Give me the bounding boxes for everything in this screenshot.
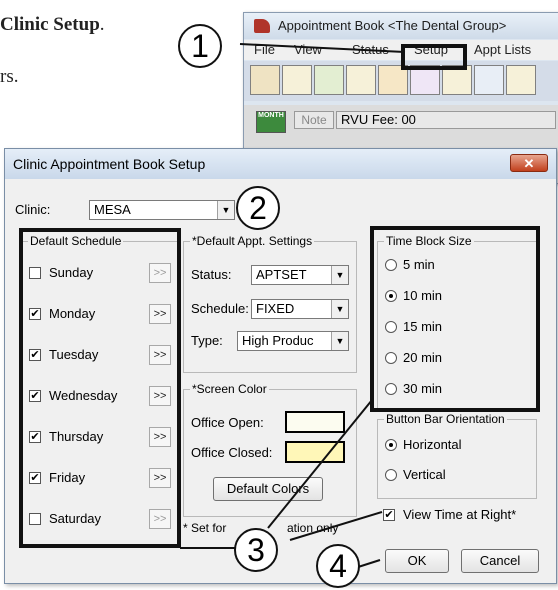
- rvu-fee-field: RVU Fee: 00: [336, 111, 556, 129]
- tooth-icon[interactable]: [250, 65, 280, 95]
- clinic-select[interactable]: MESA ▼: [89, 200, 235, 220]
- chevron-down-icon[interactable]: ▼: [217, 201, 234, 219]
- orientation-vertical-radio[interactable]: [385, 469, 397, 481]
- menu-status[interactable]: Status: [352, 42, 389, 57]
- doc-heading-period: .: [99, 14, 105, 35]
- view-time-right-checkbox[interactable]: ✔: [383, 509, 395, 521]
- footnote-end: ation only: [287, 521, 339, 535]
- ok-button[interactable]: OK: [385, 549, 449, 573]
- schedule-select-value: FIXED: [256, 301, 295, 316]
- menu-appt-lists[interactable]: Appt Lists: [474, 42, 531, 57]
- dialog-title-bar: Clinic Appointment Book Setup ✕: [5, 149, 556, 179]
- status-select-value: APTSET: [256, 267, 307, 282]
- setup-menu-highlight: [401, 44, 467, 70]
- schedule-label: Schedule:: [191, 301, 249, 316]
- menu-view[interactable]: View: [294, 42, 322, 57]
- schedule-highlight: [19, 228, 181, 548]
- app-title-bar: Appointment Book <The Dental Group>: [244, 13, 558, 39]
- type-select-value: High Produc: [242, 333, 314, 348]
- doc-text-fragment: rs.: [0, 66, 19, 87]
- chevron-down-icon[interactable]: ▼: [331, 332, 348, 350]
- office-closed-label: Office Closed:: [191, 445, 273, 460]
- chevron-down-icon[interactable]: ▼: [331, 300, 348, 318]
- screen-color-legend: *Screen Color: [190, 382, 269, 396]
- app-title: Appointment Book <The Dental Group>: [278, 18, 507, 33]
- callout-2: 2: [236, 186, 280, 230]
- month-button[interactable]: MONTH: [256, 111, 286, 133]
- chart-icon[interactable]: [314, 65, 344, 95]
- close-icon[interactable]: ✕: [510, 154, 548, 172]
- default-colors-button[interactable]: Default Colors: [213, 477, 323, 501]
- orientation-legend: Button Bar Orientation: [384, 412, 507, 426]
- monitor-icon[interactable]: [474, 65, 504, 95]
- orientation-group: Button Bar Orientation: [377, 412, 537, 499]
- dialog-title: Clinic Appointment Book Setup: [13, 156, 206, 172]
- status-select[interactable]: APTSET ▼: [251, 265, 349, 285]
- appt-settings-legend: *Default Appt. Settings: [190, 234, 315, 248]
- menu-file[interactable]: File: [254, 42, 275, 57]
- office-open-label: Office Open:: [191, 415, 264, 430]
- chevron-down-icon[interactable]: ▼: [331, 266, 348, 284]
- callout-4: 4: [316, 544, 360, 588]
- people-icon[interactable]: [282, 65, 312, 95]
- person-icon[interactable]: [346, 65, 376, 95]
- callout-1: 1: [178, 24, 222, 68]
- document-icon[interactable]: [506, 65, 536, 95]
- office-open-color[interactable]: [285, 411, 345, 433]
- type-label: Type:: [191, 333, 223, 348]
- note-button[interactable]: Note: [294, 111, 334, 129]
- clinic-select-value: MESA: [94, 202, 131, 217]
- schedule-select[interactable]: FIXED ▼: [251, 299, 349, 319]
- callout-3: 3: [234, 528, 278, 572]
- doc-heading-text: Clinic Setup: [0, 14, 100, 35]
- office-closed-color[interactable]: [285, 441, 345, 463]
- view-time-right-label: View Time at Right*: [403, 507, 517, 522]
- clinic-label: Clinic:: [15, 202, 51, 217]
- app-logo-icon: [254, 19, 270, 33]
- type-select[interactable]: High Produc ▼: [237, 331, 349, 351]
- cancel-button[interactable]: Cancel: [461, 549, 539, 573]
- orientation-horizontal-radio[interactable]: [385, 439, 397, 451]
- orientation-horizontal-label: Horizontal: [403, 437, 462, 452]
- doc-heading: Clinic Setup.: [0, 14, 105, 36]
- footnote-start: * Set for: [183, 521, 227, 535]
- orientation-vertical-label: Vertical: [403, 467, 446, 482]
- status-label: Status:: [191, 267, 232, 282]
- timeblock-highlight: [370, 226, 540, 412]
